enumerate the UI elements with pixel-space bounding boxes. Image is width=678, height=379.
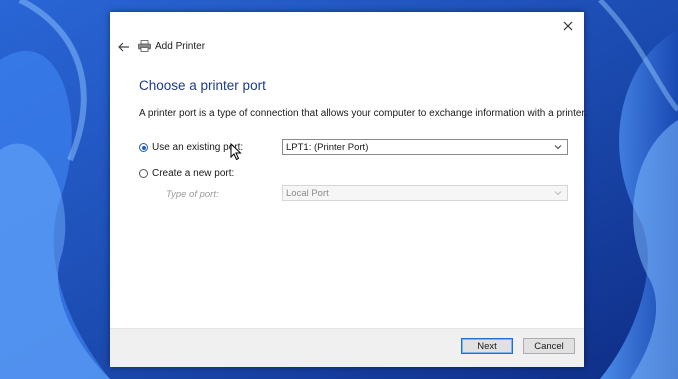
create-new-port-radio[interactable] (139, 169, 148, 178)
existing-port-value: LPT1: (Printer Port) (286, 141, 369, 153)
chevron-down-icon (553, 188, 563, 198)
port-type-select: Local Port (282, 185, 568, 201)
type-of-port-label: Type of port: (166, 189, 219, 200)
create-new-port-option[interactable]: Create a new port: (139, 168, 234, 179)
create-new-port-label: Create a new port: (152, 168, 235, 179)
printer-icon (138, 40, 151, 52)
mouse-cursor-icon (230, 143, 242, 161)
use-existing-port-radio[interactable] (139, 143, 148, 152)
port-type-value: Local Port (286, 187, 329, 199)
existing-port-select[interactable]: LPT1: (Printer Port) (282, 139, 568, 155)
use-existing-port-option[interactable]: Use an existing port: (139, 142, 243, 153)
back-arrow-icon[interactable] (114, 38, 134, 56)
page-heading: Choose a printer port (139, 78, 266, 93)
page-description: A printer port is a type of connection t… (139, 108, 588, 119)
dialog-title: Add Printer (155, 40, 206, 52)
add-printer-dialog: Add Printer Choose a printer port A prin… (110, 12, 588, 367)
close-icon[interactable] (558, 16, 578, 36)
dialog-footer: Next Cancel (110, 328, 584, 367)
next-button[interactable]: Next (461, 338, 513, 354)
chevron-down-icon (553, 142, 563, 152)
dialog-title-row: Add Printer (138, 40, 205, 52)
cancel-button[interactable]: Cancel (523, 338, 575, 354)
